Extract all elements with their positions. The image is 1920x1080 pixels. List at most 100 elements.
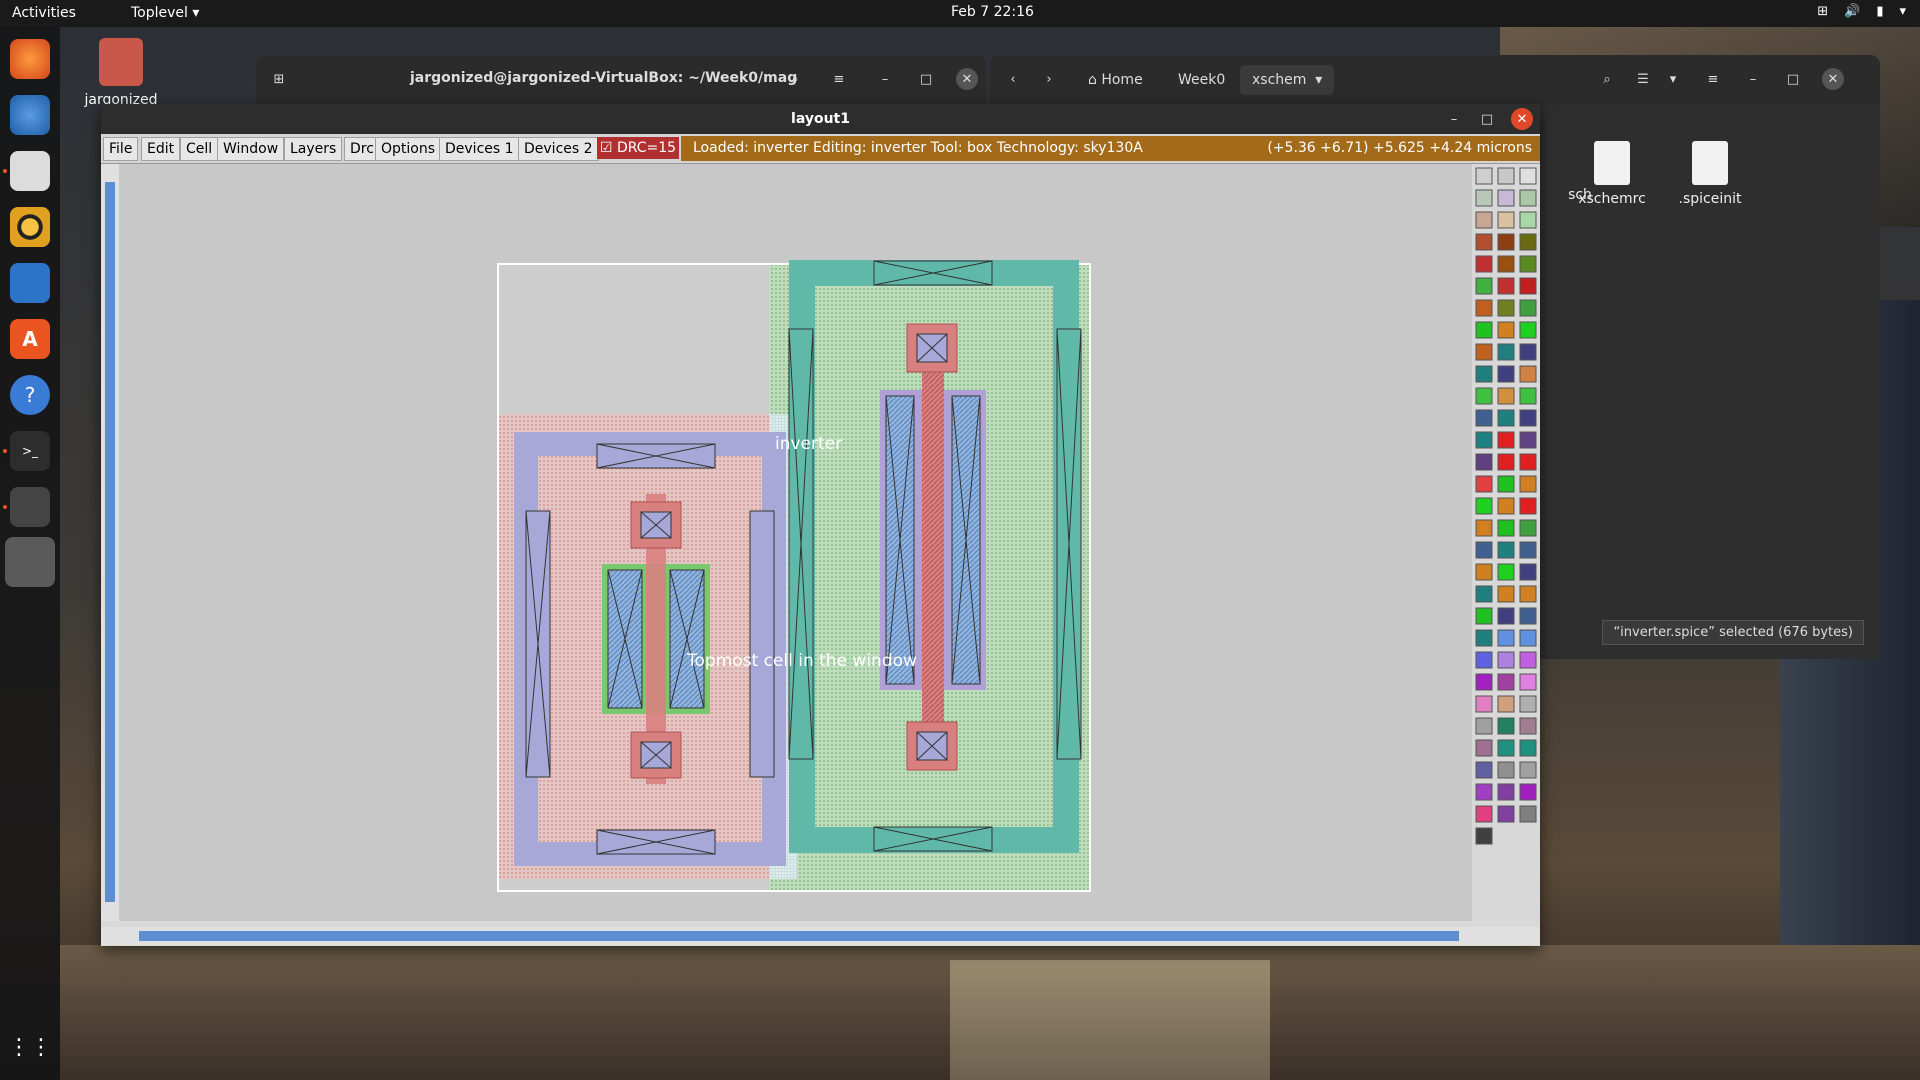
- layer-swatch[interactable]: [1519, 167, 1537, 185]
- layer-swatch[interactable]: [1519, 343, 1537, 361]
- layer-swatch[interactable]: [1475, 255, 1493, 273]
- layer-swatch[interactable]: [1475, 739, 1493, 757]
- layer-swatch[interactable]: [1519, 431, 1537, 449]
- layer-swatch[interactable]: [1519, 255, 1537, 273]
- magic-window-icon[interactable]: [5, 537, 55, 587]
- vertical-scrollbar[interactable]: [101, 164, 119, 921]
- layer-swatch[interactable]: [1519, 387, 1537, 405]
- layer-swatch[interactable]: [1497, 695, 1515, 713]
- layer-swatch[interactable]: [1519, 651, 1537, 669]
- layer-swatch[interactable]: [1519, 673, 1537, 691]
- thunderbird-icon[interactable]: [10, 95, 50, 135]
- layer-swatch[interactable]: [1475, 805, 1493, 823]
- layer-swatch[interactable]: [1519, 541, 1537, 559]
- minimize-icon[interactable]: –: [1742, 68, 1764, 90]
- layer-swatch[interactable]: [1497, 255, 1515, 273]
- files-icon[interactable]: [10, 151, 50, 191]
- layout-drawing[interactable]: inverter Topmost cell in the window: [119, 164, 1472, 921]
- layer-swatch[interactable]: [1475, 475, 1493, 493]
- layer-swatch[interactable]: [1475, 629, 1493, 647]
- layer-swatch[interactable]: [1497, 519, 1515, 537]
- layer-swatch[interactable]: [1475, 497, 1493, 515]
- layer-swatch[interactable]: [1475, 563, 1493, 581]
- layer-swatch[interactable]: [1519, 629, 1537, 647]
- layer-swatch[interactable]: [1519, 453, 1537, 471]
- layer-swatch[interactable]: [1497, 761, 1515, 779]
- layer-swatch[interactable]: [1519, 233, 1537, 251]
- layer-swatch[interactable]: [1497, 651, 1515, 669]
- layer-swatch[interactable]: [1475, 409, 1493, 427]
- rhythmbox-icon[interactable]: [10, 207, 50, 247]
- layer-swatch[interactable]: [1519, 805, 1537, 823]
- layer-swatch[interactable]: [1519, 585, 1537, 603]
- maximize-icon[interactable]: □: [1476, 108, 1498, 130]
- close-icon[interactable]: ✕: [956, 68, 978, 90]
- layer-swatch[interactable]: [1497, 453, 1515, 471]
- close-icon[interactable]: ✕: [1511, 108, 1533, 130]
- breadcrumb-week0[interactable]: Week0: [1166, 65, 1237, 95]
- battery-icon[interactable]: ▮: [1876, 4, 1883, 19]
- layer-swatches[interactable]: [1472, 164, 1540, 884]
- hamburger-menu-icon[interactable]: ≡: [1702, 68, 1724, 90]
- layer-swatch[interactable]: [1519, 211, 1537, 229]
- view-options-icon[interactable]: ▾: [1662, 68, 1684, 90]
- layer-palette[interactable]: [1472, 164, 1540, 921]
- layer-swatch[interactable]: [1497, 299, 1515, 317]
- layer-swatch[interactable]: [1475, 365, 1493, 383]
- layer-swatch[interactable]: [1519, 409, 1537, 427]
- layer-swatch[interactable]: [1497, 607, 1515, 625]
- layer-swatch[interactable]: [1497, 233, 1515, 251]
- new-tab-icon[interactable]: ⊞: [268, 68, 290, 90]
- layer-swatch[interactable]: [1497, 277, 1515, 295]
- layer-swatch[interactable]: [1475, 827, 1493, 845]
- layer-swatch[interactable]: [1519, 519, 1537, 537]
- layer-swatch[interactable]: [1475, 673, 1493, 691]
- breadcrumb-home[interactable]: ⌂ Home: [1076, 65, 1155, 95]
- layer-swatch[interactable]: [1475, 585, 1493, 603]
- close-icon[interactable]: ✕: [1822, 68, 1844, 90]
- desktop-home-item[interactable]: jargonized: [76, 38, 166, 108]
- menu-edit[interactable]: Edit: [141, 137, 181, 161]
- layer-swatch[interactable]: [1497, 497, 1515, 515]
- layer-swatch[interactable]: [1497, 343, 1515, 361]
- layer-swatch[interactable]: [1519, 189, 1537, 207]
- search-icon[interactable]: ⌕: [1596, 68, 1618, 90]
- layer-swatch[interactable]: [1475, 453, 1493, 471]
- layer-swatch[interactable]: [1497, 211, 1515, 229]
- layer-swatch[interactable]: [1497, 805, 1515, 823]
- layer-swatch[interactable]: [1497, 189, 1515, 207]
- horizontal-scrollbar-thumb[interactable]: [139, 931, 1459, 941]
- layer-swatch[interactable]: [1497, 673, 1515, 691]
- terminal-window[interactable]: ⊞ jargonized@jargonized-VirtualBox: ~/We…: [256, 55, 986, 105]
- minimize-icon[interactable]: –: [1443, 108, 1465, 130]
- firefox-icon[interactable]: [10, 39, 50, 79]
- layer-swatch[interactable]: [1497, 585, 1515, 603]
- file-item[interactable]: .spiceinit: [1660, 141, 1760, 207]
- layer-swatch[interactable]: [1475, 431, 1493, 449]
- layer-swatch[interactable]: [1475, 541, 1493, 559]
- layer-swatch[interactable]: [1475, 299, 1493, 317]
- file-item[interactable]: xschemrc: [1562, 141, 1662, 207]
- menu-chevron-icon[interactable]: ▾: [1899, 4, 1906, 19]
- software-icon[interactable]: A: [10, 319, 50, 359]
- minimize-icon[interactable]: –: [874, 68, 896, 90]
- layer-swatch[interactable]: [1519, 365, 1537, 383]
- layer-swatch[interactable]: [1497, 783, 1515, 801]
- layer-swatch[interactable]: [1497, 387, 1515, 405]
- layer-swatch[interactable]: [1519, 607, 1537, 625]
- magic-titlebar[interactable]: layout1 – □ ✕: [101, 104, 1540, 134]
- layer-swatch[interactable]: [1519, 475, 1537, 493]
- layer-swatch[interactable]: [1519, 563, 1537, 581]
- menu-window[interactable]: Window: [217, 137, 285, 161]
- magic-layout-window[interactable]: layout1 – □ ✕ File Edit Cell Window Laye…: [101, 104, 1540, 946]
- drc-indicator[interactable]: ☑ DRC=15: [597, 137, 679, 159]
- layer-swatch[interactable]: [1497, 167, 1515, 185]
- layer-swatch[interactable]: [1475, 387, 1493, 405]
- list-view-icon[interactable]: ☰: [1632, 68, 1654, 90]
- maximize-icon[interactable]: □: [1782, 68, 1804, 90]
- layer-swatch[interactable]: [1475, 167, 1493, 185]
- layer-swatch[interactable]: [1475, 695, 1493, 713]
- layer-swatch[interactable]: [1519, 277, 1537, 295]
- volume-icon[interactable]: 🔊: [1844, 4, 1860, 19]
- layer-swatch[interactable]: [1497, 365, 1515, 383]
